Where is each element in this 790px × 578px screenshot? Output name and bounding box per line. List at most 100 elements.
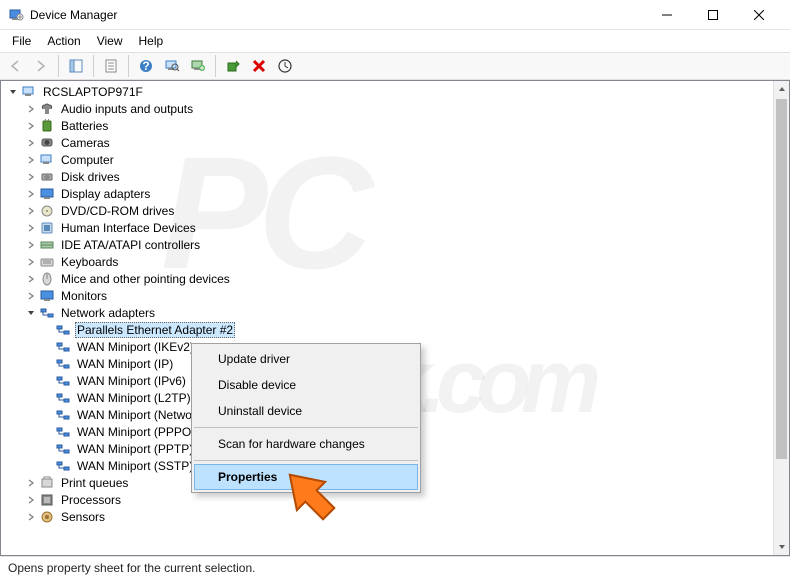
network-adapter-label: WAN Miniport (IPv6): [75, 374, 188, 388]
ctx-uninstall-device[interactable]: Uninstall device: [194, 398, 418, 424]
menu-help[interactable]: Help: [131, 32, 172, 50]
ctx-disable-device[interactable]: Disable device: [194, 372, 418, 398]
category-label: Cameras: [59, 136, 112, 150]
category-item[interactable]: Computer: [1, 151, 773, 168]
statusbar: Opens property sheet for the current sel…: [0, 556, 790, 578]
menu-file[interactable]: File: [4, 32, 39, 50]
ctx-update-driver[interactable]: Update driver: [194, 346, 418, 372]
network-adapter-item[interactable]: Parallels Ethernet Adapter #2: [1, 321, 773, 338]
category-item[interactable]: Processors: [1, 491, 773, 508]
chevron-right-icon[interactable]: [23, 155, 39, 165]
chevron-right-icon[interactable]: [23, 121, 39, 131]
vertical-scrollbar[interactable]: [773, 81, 789, 555]
chevron-right-icon[interactable]: [23, 104, 39, 114]
menu-view[interactable]: View: [89, 32, 131, 50]
ctx-separator: [194, 427, 418, 428]
chevron-right-icon[interactable]: [23, 189, 39, 199]
ctx-properties[interactable]: Properties: [194, 464, 418, 490]
refresh-button[interactable]: [273, 54, 297, 78]
help-button[interactable]: ?: [134, 54, 158, 78]
category-icon: [39, 135, 55, 151]
tree-root[interactable]: RCSLAPTOP971F: [1, 83, 773, 100]
menubar: File Action View Help: [0, 30, 790, 52]
category-icon: [39, 203, 55, 219]
uninstall-button[interactable]: [247, 54, 271, 78]
chevron-right-icon[interactable]: [23, 223, 39, 233]
category-item[interactable]: Sensors: [1, 508, 773, 525]
chevron-right-icon[interactable]: [23, 495, 39, 505]
network-adapter-icon: [55, 407, 71, 423]
category-item[interactable]: Cameras: [1, 134, 773, 151]
category-label: Network adapters: [59, 306, 157, 320]
scroll-down-button[interactable]: [774, 539, 789, 555]
content-area: PC risk.com RCSLAPTOP971F Audio inputs a…: [0, 80, 790, 556]
category-item[interactable]: Disk drives: [1, 168, 773, 185]
enable-button[interactable]: [221, 54, 245, 78]
toolbar-separator: [93, 55, 94, 77]
tree-root-label: RCSLAPTOP971F: [41, 85, 145, 99]
category-item[interactable]: Display adapters: [1, 185, 773, 202]
chevron-right-icon[interactable]: [23, 240, 39, 250]
category-item[interactable]: DVD/CD-ROM drives: [1, 202, 773, 219]
chevron-down-icon[interactable]: [5, 87, 21, 97]
category-icon: [39, 254, 55, 270]
network-adapter-icon: [55, 390, 71, 406]
minimize-button[interactable]: [644, 0, 690, 30]
toolbar: ?: [0, 52, 790, 80]
network-icon: [39, 305, 55, 321]
toolbar-separator: [215, 55, 216, 77]
chevron-right-icon[interactable]: [23, 172, 39, 182]
category-network-adapters[interactable]: Network adapters: [1, 304, 773, 321]
scroll-up-button[interactable]: [774, 81, 789, 97]
category-label: Sensors: [59, 510, 107, 524]
category-label: Processors: [59, 493, 123, 507]
chevron-right-icon[interactable]: [23, 291, 39, 301]
category-icon: [39, 169, 55, 185]
update-button[interactable]: [186, 54, 210, 78]
properties-button[interactable]: [99, 54, 123, 78]
chevron-down-icon[interactable]: [23, 308, 39, 318]
category-label: Human Interface Devices: [59, 221, 198, 235]
category-item[interactable]: Monitors: [1, 287, 773, 304]
category-item[interactable]: IDE ATA/ATAPI controllers: [1, 236, 773, 253]
category-item[interactable]: Batteries: [1, 117, 773, 134]
back-button: [3, 54, 27, 78]
category-icon: [39, 475, 55, 491]
chevron-right-icon[interactable]: [23, 257, 39, 267]
chevron-right-icon[interactable]: [23, 512, 39, 522]
menu-action[interactable]: Action: [39, 32, 88, 50]
network-adapter-label: WAN Miniport (SSTP): [75, 459, 195, 473]
chevron-right-icon[interactable]: [23, 138, 39, 148]
computer-icon: [21, 84, 37, 100]
toolbar-separator: [58, 55, 59, 77]
category-icon: [39, 152, 55, 168]
scan-button[interactable]: [160, 54, 184, 78]
network-adapter-icon: [55, 424, 71, 440]
category-item[interactable]: Audio inputs and outputs: [1, 100, 773, 117]
scroll-thumb[interactable]: [776, 99, 787, 459]
category-label: Monitors: [59, 289, 109, 303]
category-label: Disk drives: [59, 170, 122, 184]
network-adapter-label: WAN Miniport (PPTP): [75, 442, 195, 456]
close-button[interactable]: [736, 0, 782, 30]
chevron-right-icon[interactable]: [23, 478, 39, 488]
ctx-separator: [194, 460, 418, 461]
chevron-right-icon[interactable]: [23, 274, 39, 284]
category-label: Batteries: [59, 119, 110, 133]
category-icon: [39, 186, 55, 202]
toolbar-separator: [128, 55, 129, 77]
chevron-right-icon[interactable]: [23, 206, 39, 216]
category-item[interactable]: Human Interface Devices: [1, 219, 773, 236]
ctx-scan-hardware[interactable]: Scan for hardware changes: [194, 431, 418, 457]
category-item[interactable]: Mice and other pointing devices: [1, 270, 773, 287]
statusbar-text: Opens property sheet for the current sel…: [8, 561, 255, 575]
network-adapter-icon: [55, 339, 71, 355]
category-label: DVD/CD-ROM drives: [59, 204, 176, 218]
category-icon: [39, 237, 55, 253]
maximize-button[interactable]: [690, 0, 736, 30]
category-item[interactable]: Keyboards: [1, 253, 773, 270]
network-adapter-label: WAN Miniport (L2TP): [75, 391, 193, 405]
network-adapter-icon: [55, 441, 71, 457]
showhide-button[interactable]: [64, 54, 88, 78]
category-icon: [39, 118, 55, 134]
